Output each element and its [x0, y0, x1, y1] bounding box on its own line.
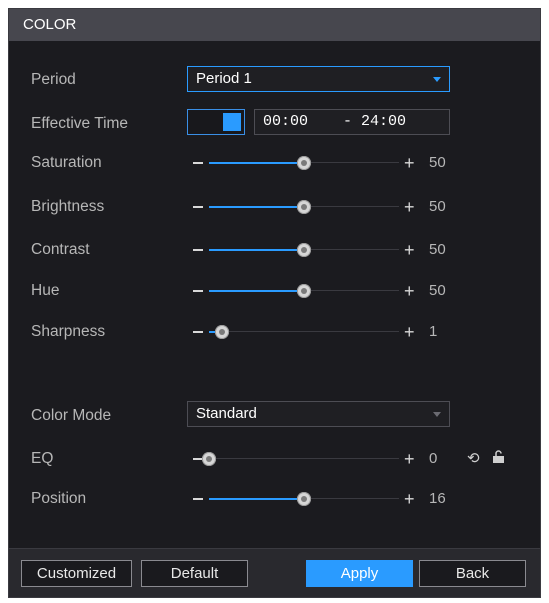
- color-mode-select-value: Standard: [196, 405, 257, 422]
- hue-slider[interactable]: + 50: [187, 278, 457, 304]
- plus-icon[interactable]: +: [404, 449, 415, 469]
- plus-icon[interactable]: +: [404, 197, 415, 217]
- slider-fill: [209, 162, 304, 164]
- slider-handle[interactable]: [297, 156, 311, 170]
- eq-value: 0: [429, 450, 438, 467]
- slider-handle[interactable]: [297, 200, 311, 214]
- start-time[interactable]: 00:00: [263, 110, 308, 134]
- sharpness-slider[interactable]: + 1: [187, 319, 457, 345]
- sharpness-label: Sharpness: [31, 323, 106, 340]
- brightness-value: 50: [429, 198, 446, 215]
- toggle-knob: [223, 113, 241, 131]
- minus-icon[interactable]: [193, 206, 203, 208]
- back-button[interactable]: Back: [419, 560, 526, 587]
- period-label: Period: [31, 71, 76, 88]
- slider-track[interactable]: [209, 331, 399, 332]
- slider-fill: [209, 290, 304, 292]
- color-mode-label: Color Mode: [31, 407, 112, 424]
- plus-icon[interactable]: +: [404, 281, 415, 301]
- dialog-title: COLOR: [9, 9, 540, 41]
- saturation-label: Saturation: [31, 154, 102, 171]
- hue-value: 50: [429, 282, 446, 299]
- eq-actions: ⟲: [467, 449, 513, 467]
- effective-time-label: Effective Time: [31, 115, 129, 132]
- slider-handle[interactable]: [297, 492, 311, 506]
- apply-button[interactable]: Apply: [306, 560, 413, 587]
- slider-handle[interactable]: [202, 452, 216, 466]
- slider-fill: [209, 249, 304, 251]
- slider-handle[interactable]: [297, 243, 311, 257]
- color-mode-select[interactable]: Standard: [187, 401, 450, 427]
- slider-handle[interactable]: [297, 284, 311, 298]
- eq-slider[interactable]: + 0: [187, 446, 457, 472]
- minus-icon[interactable]: [193, 249, 203, 251]
- plus-icon[interactable]: +: [404, 153, 415, 173]
- period-select[interactable]: Period 1: [187, 66, 450, 92]
- chevron-down-icon: [433, 77, 441, 82]
- eq-label: EQ: [31, 450, 54, 467]
- minus-icon[interactable]: [193, 331, 203, 333]
- minus-icon[interactable]: [193, 290, 203, 292]
- slider-track[interactable]: [209, 458, 399, 459]
- contrast-label: Contrast: [31, 241, 90, 258]
- dialog-footer: Customized Default Apply Back: [9, 548, 540, 597]
- saturation-value: 50: [429, 154, 446, 171]
- period-select-value: Period 1: [196, 70, 252, 87]
- end-time[interactable]: - 24:00: [343, 110, 406, 134]
- chevron-down-icon: [433, 412, 441, 417]
- plus-icon[interactable]: +: [404, 489, 415, 509]
- reset-icon[interactable]: ⟲: [467, 449, 480, 467]
- minus-icon[interactable]: [193, 162, 203, 164]
- slider-fill: [209, 498, 304, 500]
- minus-icon[interactable]: [193, 498, 203, 500]
- slider-handle[interactable]: [215, 325, 230, 339]
- position-label: Position: [31, 490, 87, 507]
- plus-icon[interactable]: +: [404, 240, 415, 260]
- effective-time-toggle[interactable]: [187, 109, 245, 135]
- customized-button[interactable]: Customized: [21, 560, 132, 587]
- effective-time-range-input[interactable]: 00:00 - 24:00: [254, 109, 450, 135]
- brightness-slider[interactable]: + 50: [187, 194, 457, 220]
- position-value: 16: [429, 490, 446, 507]
- position-slider[interactable]: + 16: [187, 486, 457, 512]
- lock-icon[interactable]: [492, 450, 505, 467]
- contrast-slider[interactable]: + 50: [187, 237, 457, 263]
- hue-label: Hue: [31, 282, 60, 299]
- contrast-value: 50: [429, 241, 446, 258]
- plus-icon[interactable]: +: [404, 322, 415, 342]
- sharpness-value: 1: [429, 323, 438, 340]
- slider-fill: [209, 206, 304, 208]
- default-button[interactable]: Default: [141, 560, 248, 587]
- brightness-label: Brightness: [31, 198, 105, 215]
- color-dialog: COLOR Period Period 1 Effective Time 00:…: [8, 8, 541, 598]
- saturation-slider[interactable]: + 50: [187, 150, 457, 176]
